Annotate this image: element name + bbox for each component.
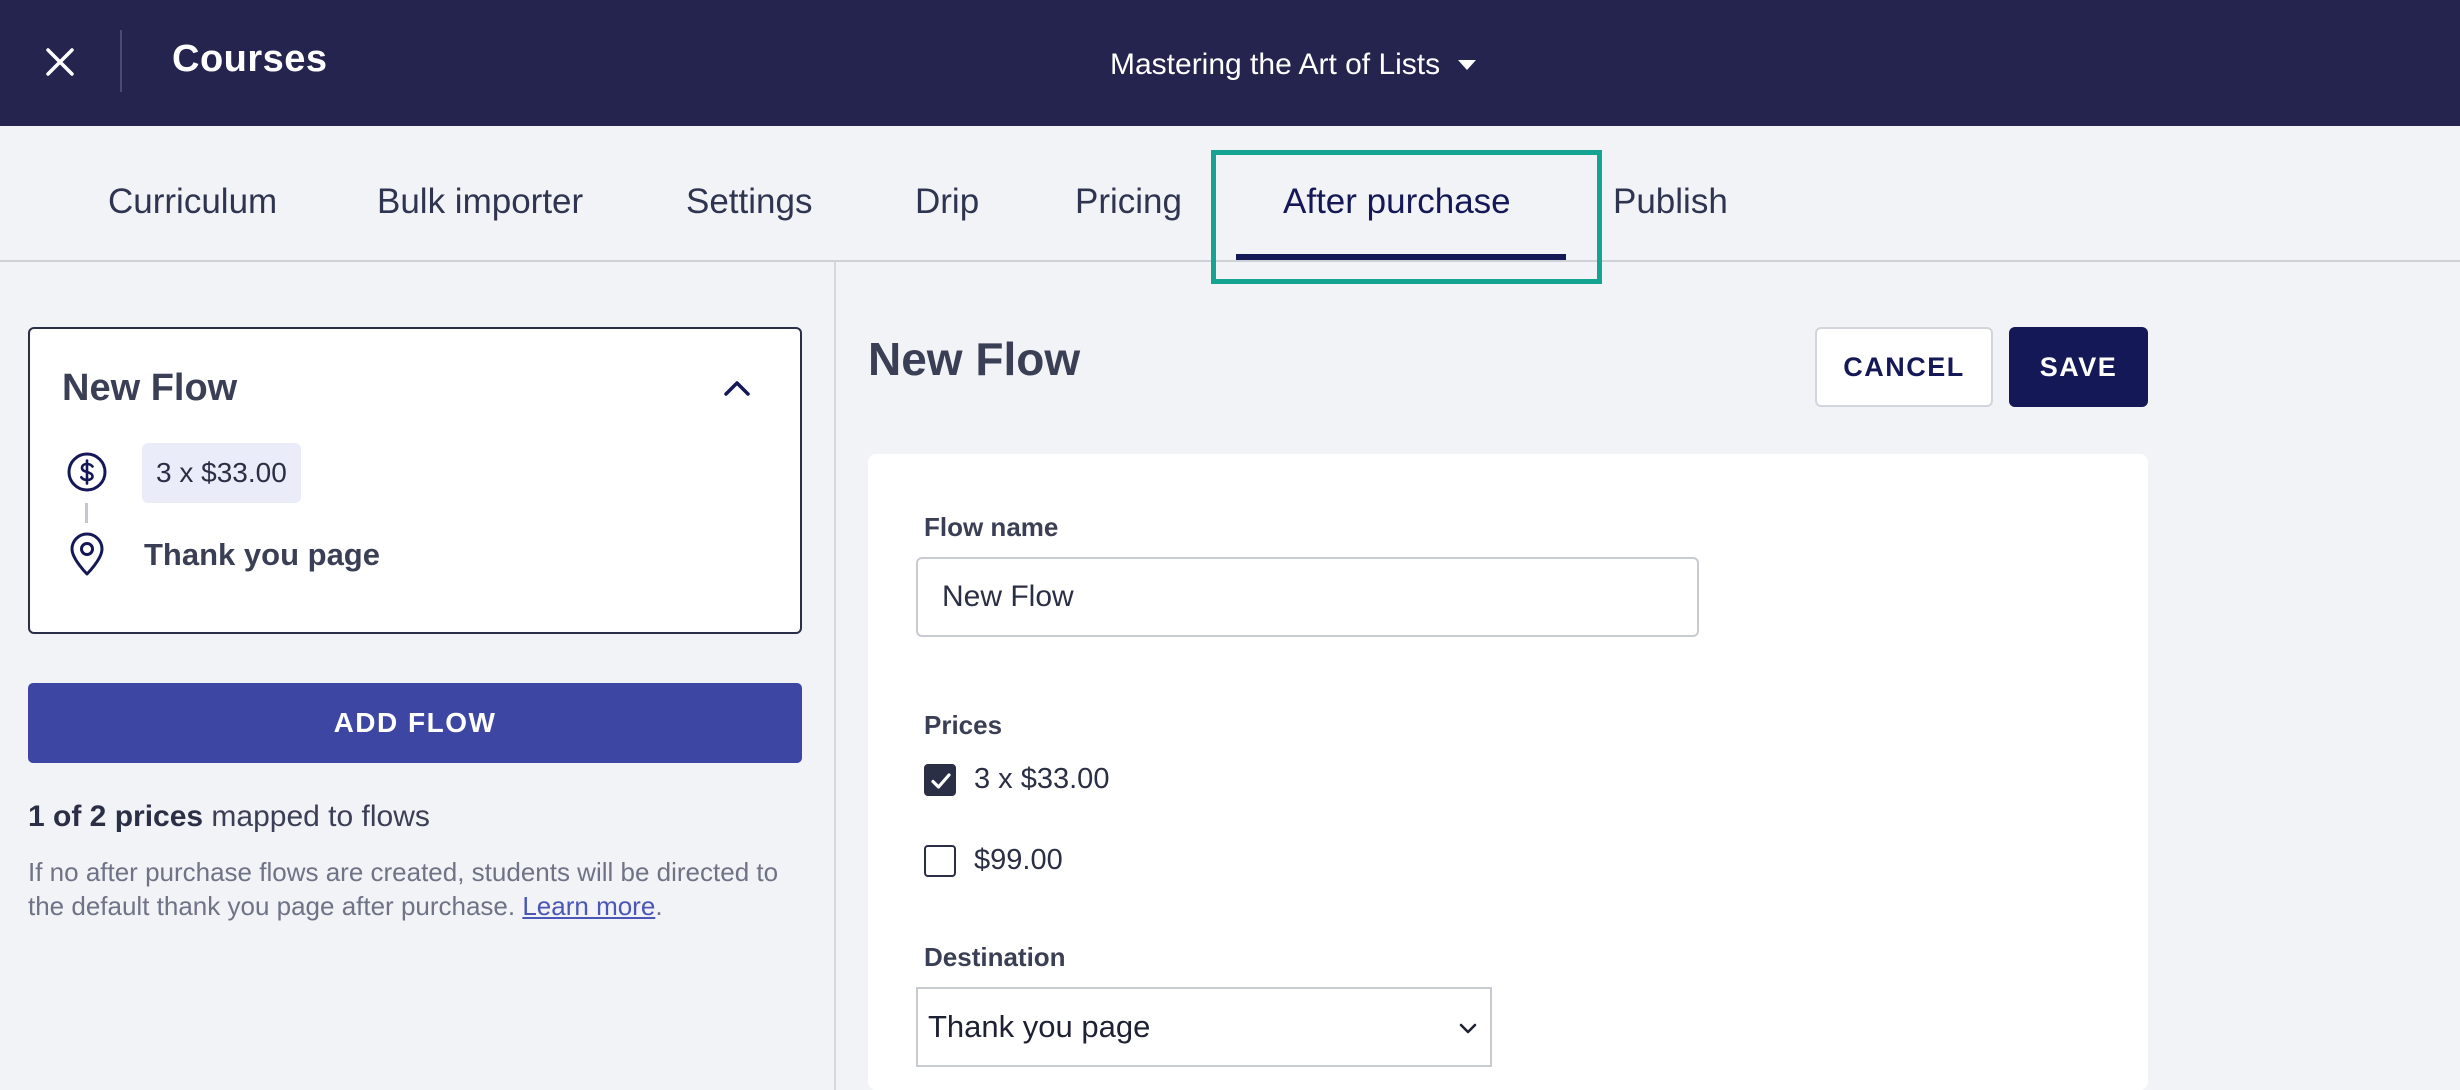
mapped-count: 1 of 2 prices — [28, 800, 204, 833]
prices-label: Prices — [924, 710, 1003, 740]
chevron-up-icon[interactable] — [720, 371, 754, 405]
price-option-label: $99.00 — [974, 844, 1063, 876]
learn-more-link[interactable]: Learn more — [522, 891, 655, 921]
checkbox-unchecked[interactable] — [924, 844, 956, 877]
close-icon[interactable] — [38, 40, 82, 84]
save-button[interactable]: SAVE — [2009, 327, 2148, 407]
tab-curriculum[interactable]: Curriculum — [108, 182, 277, 222]
step-connector — [85, 503, 88, 523]
hint-text: If no after purchase flows are created, … — [28, 855, 808, 923]
checkmark-icon — [931, 772, 951, 789]
flow-name-input[interactable] — [916, 557, 1699, 637]
header-divider — [120, 30, 122, 92]
hint-body: If no after purchase flows are created, … — [28, 857, 779, 921]
course-name: Mastering the Art of Lists — [1110, 48, 1441, 81]
panel-divider — [834, 262, 836, 1090]
tab-bulk-importer[interactable]: Bulk importer — [377, 182, 583, 222]
top-bar: Courses Mastering the Art of Lists — [0, 0, 2460, 126]
mapped-prices-summary: 1 of 2 prices mapped to flows — [28, 800, 430, 834]
price-option-2[interactable]: $99.00 — [924, 844, 1063, 877]
hint-end: . — [655, 891, 663, 921]
destination-value: Thank you page — [928, 1009, 1151, 1044]
flow-card[interactable]: New Flow 3 x $33.00 Thank you page — [28, 327, 802, 634]
tab-pricing[interactable]: Pricing — [1075, 182, 1182, 222]
price-option-label: 3 x $33.00 — [974, 763, 1110, 795]
tab-settings[interactable]: Settings — [686, 182, 812, 222]
destination-select[interactable]: Thank you page — [916, 987, 1492, 1067]
tab-drip[interactable]: Drip — [915, 182, 979, 222]
flow-card-title: New Flow — [62, 367, 238, 409]
app-title: Courses — [172, 38, 328, 80]
checkbox-checked[interactable] — [924, 763, 956, 796]
mapped-suffix: mapped to flows — [203, 800, 430, 833]
price-chip: 3 x $33.00 — [142, 443, 301, 503]
caret-down-icon — [1458, 60, 1477, 70]
flow-destination: Thank you page — [144, 537, 380, 572]
dollar-icon — [67, 452, 107, 492]
page-title: New Flow — [868, 333, 1081, 385]
price-option-1[interactable]: 3 x $33.00 — [924, 763, 1109, 796]
cancel-button[interactable]: CANCEL — [1815, 327, 1993, 407]
course-selector[interactable]: Mastering the Art of Lists — [1110, 48, 1477, 82]
flow-name-label: Flow name — [924, 512, 1059, 542]
map-pin-icon — [70, 532, 104, 576]
chevron-down-icon — [1459, 1023, 1477, 1034]
add-flow-button[interactable]: ADD FLOW — [28, 683, 802, 763]
destination-label: Destination — [924, 942, 1066, 972]
tab-highlight-box — [1211, 150, 1602, 284]
tab-publish[interactable]: Publish — [1613, 182, 1728, 222]
